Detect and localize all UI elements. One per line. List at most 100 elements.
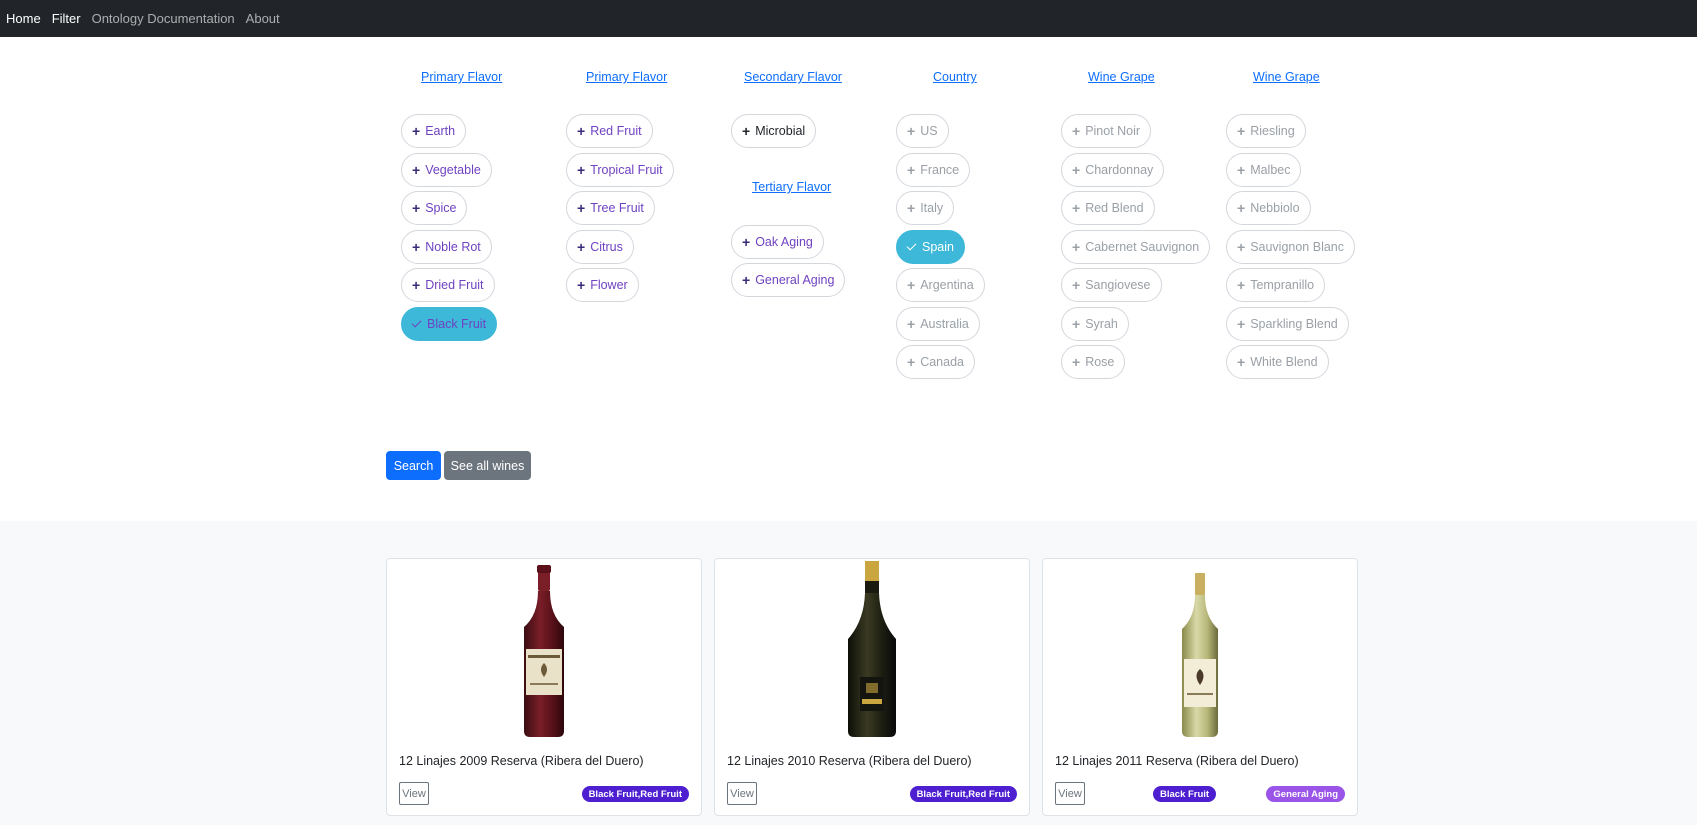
plus-icon: +: [577, 162, 586, 178]
filter-pill-sangiovese[interactable]: + Sangiovese: [1061, 268, 1162, 302]
filter-panel: Primary Flavor + Earth + Vegetable + Spice …: [0, 0, 1697, 521]
plus-icon: +: [1237, 123, 1246, 139]
filter-pill-tempranillo[interactable]: + Tempranillo: [1226, 268, 1326, 302]
plus-icon: +: [742, 234, 751, 250]
pill-label: Oak Aging: [755, 235, 813, 249]
filter-pill-tropical-fruit[interactable]: + Tropical Fruit: [566, 153, 674, 187]
pill-label: Black Fruit: [427, 317, 487, 331]
filter-pill-cabernet-sauvignon[interactable]: + Cabernet Sauvignon: [1061, 230, 1211, 264]
plus-icon: +: [742, 272, 751, 288]
wine-bottle-image: [715, 559, 1029, 739]
flavor-badge: General Aging: [1266, 786, 1345, 802]
filter-pill-riesling[interactable]: + Riesling: [1226, 114, 1306, 148]
tertiary-flavor-heading[interactable]: Tertiary Flavor: [752, 180, 831, 194]
wine-card: 12 Linajes 2011 Reserva (Ribera del Duer…: [1042, 558, 1358, 816]
plus-icon: +: [1237, 354, 1246, 370]
filter-pill-microbial[interactable]: + Microbial: [731, 114, 817, 148]
pill-label: General Aging: [755, 273, 835, 287]
pill-label: Sauvignon Blanc: [1250, 240, 1345, 254]
pill-label: Chardonnay: [1085, 163, 1154, 177]
plus-icon: +: [577, 123, 586, 139]
plus-icon: +: [907, 277, 916, 293]
wine-title: 12 Linajes 2009 Reserva (Ribera del Duer…: [399, 754, 644, 768]
pill-label: Nebbiolo: [1250, 201, 1300, 215]
filter-pill-australia[interactable]: + Australia: [896, 307, 980, 341]
filter-pill-earth[interactable]: + Earth: [401, 114, 467, 148]
pill-label: Rose: [1085, 355, 1115, 369]
filter-pill-black-fruit[interactable]: Black Fruit: [401, 307, 498, 341]
filter-pill-malbec[interactable]: + Malbec: [1226, 153, 1302, 187]
country-heading[interactable]: Country: [933, 70, 977, 84]
primary-flavor-heading[interactable]: Primary Flavor: [421, 70, 502, 84]
filter-pill-noble-rot[interactable]: + Noble Rot: [401, 230, 492, 264]
plus-icon: +: [1072, 277, 1081, 293]
search-button[interactable]: Search: [386, 451, 441, 480]
wine-grape-heading[interactable]: Wine Grape: [1088, 70, 1155, 84]
plus-icon: +: [1237, 200, 1246, 216]
filter-pill-pinot-noir[interactable]: + Pinot Noir: [1061, 114, 1152, 148]
filter-pill-argentina[interactable]: + Argentina: [896, 268, 985, 302]
pill-label: Italy: [920, 201, 944, 215]
view-button[interactable]: View: [727, 782, 757, 805]
plus-icon: +: [1237, 277, 1246, 293]
filter-pill-france[interactable]: + France: [896, 153, 971, 187]
filter-pill-us[interactable]: + US: [896, 114, 949, 148]
filter-pill-white-blend[interactable]: + White Blend: [1226, 345, 1329, 379]
plus-icon: +: [907, 123, 916, 139]
pill-label: Spain: [922, 240, 954, 254]
pill-label: Tempranillo: [1250, 278, 1315, 292]
plus-icon: +: [742, 123, 751, 139]
filter-pill-red-blend[interactable]: + Red Blend: [1061, 191, 1155, 225]
pill-label: France: [920, 163, 960, 177]
pill-label: Tropical Fruit: [590, 163, 663, 177]
wine-card: 12 Linajes 2009 Reserva (Ribera del Duer…: [386, 558, 702, 816]
filter-pill-oak-aging[interactable]: + Oak Aging: [731, 225, 824, 259]
plus-icon: +: [1072, 162, 1081, 178]
filter-pill-flower[interactable]: + Flower: [566, 268, 639, 302]
filter-pill-rose[interactable]: + Rose: [1061, 345, 1126, 379]
plus-icon: +: [1072, 200, 1081, 216]
plus-icon: +: [1072, 123, 1081, 139]
filter-pill-tree-fruit[interactable]: + Tree Fruit: [566, 191, 655, 225]
flavor-badge: Black Fruit,Red Fruit: [581, 786, 689, 802]
plus-icon: +: [907, 354, 916, 370]
filter-pill-spice[interactable]: + Spice: [401, 191, 468, 225]
filter-pill-sauvignon-blanc[interactable]: + Sauvignon Blanc: [1226, 230, 1356, 264]
flavor-badge: Black Fruit: [1153, 786, 1217, 802]
filter-pill-red-fruit[interactable]: + Red Fruit: [566, 114, 653, 148]
pill-label: Malbec: [1250, 163, 1291, 177]
plus-icon: +: [577, 200, 586, 216]
check-icon: [411, 317, 422, 328]
filter-pill-chardonnay[interactable]: + Chardonnay: [1061, 153, 1165, 187]
filter-pill-italy[interactable]: + Italy: [896, 191, 955, 225]
pill-label: Sangiovese: [1085, 278, 1151, 292]
pill-label: Canada: [920, 355, 964, 369]
primary-flavor-heading-2[interactable]: Primary Flavor: [586, 70, 667, 84]
wine-bottle-image: [1043, 559, 1357, 739]
wine-grape-heading-2[interactable]: Wine Grape: [1253, 70, 1320, 84]
filter-pill-sparkling-blend[interactable]: + Sparkling Blend: [1226, 307, 1349, 341]
filter-pill-vegetable[interactable]: + Vegetable: [401, 153, 492, 187]
plus-icon: +: [577, 239, 586, 255]
filter-pill-syrah[interactable]: + Syrah: [1061, 307, 1129, 341]
plus-icon: +: [907, 316, 916, 332]
pill-label: Red Blend: [1085, 201, 1144, 215]
pill-label: Microbial: [755, 124, 806, 138]
plus-icon: +: [907, 162, 916, 178]
filter-pill-citrus[interactable]: + Citrus: [566, 230, 634, 264]
view-button[interactable]: View: [399, 782, 429, 805]
pill-label: Riesling: [1250, 124, 1295, 138]
filter-pill-general-aging[interactable]: + General Aging: [731, 263, 846, 297]
plus-icon: +: [1072, 354, 1081, 370]
wine-results-section: 12 Linajes 2009 Reserva (Ribera del Duer…: [0, 521, 1697, 825]
plus-icon: +: [1072, 239, 1081, 255]
secondary-flavor-heading[interactable]: Secondary Flavor: [744, 70, 842, 84]
filter-pill-canada[interactable]: + Canada: [896, 345, 975, 379]
pill-label: Pinot Noir: [1085, 124, 1141, 138]
filter-pill-dried-fruit[interactable]: + Dried Fruit: [401, 268, 495, 302]
pill-label: Cabernet Sauvignon: [1085, 240, 1200, 254]
filter-pill-nebbiolo[interactable]: + Nebbiolo: [1226, 191, 1311, 225]
view-button[interactable]: View: [1055, 782, 1085, 805]
filter-pill-spain[interactable]: Spain: [896, 230, 965, 264]
see-all-wines-button[interactable]: See all wines: [444, 451, 531, 480]
